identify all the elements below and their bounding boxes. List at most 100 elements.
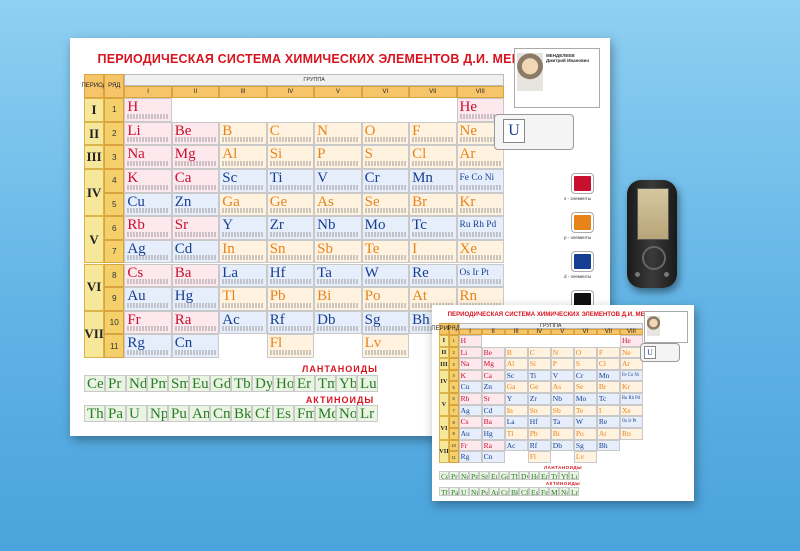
element-cell: Hg (171, 287, 220, 311)
element-cell: I (409, 239, 457, 264)
element-cell: No (336, 405, 357, 422)
element-cell: Fr (458, 439, 482, 452)
element-cell: Er (294, 375, 315, 392)
element-symbol: Hf (529, 417, 538, 427)
element-cell: Fe Co Ni (619, 369, 643, 382)
element-name-lines (412, 184, 454, 190)
element-cell: Tl (219, 287, 267, 311)
element-symbol: Lr (360, 406, 375, 422)
element-symbol: Er (541, 472, 549, 480)
element-symbol: K (460, 370, 466, 380)
element-cell: Te (573, 404, 597, 417)
row-label: 9 (104, 287, 125, 311)
element-symbol: Mg (483, 359, 495, 369)
element-symbol: Re (598, 417, 608, 427)
element-cell: Te (361, 239, 410, 264)
portrait-image (647, 316, 660, 336)
element-name-lines (364, 160, 407, 166)
element-cell: Sg (361, 310, 410, 335)
element-cell: Ho (273, 375, 294, 392)
element-cell: Bk (231, 405, 252, 422)
element-symbol: Cf (521, 488, 529, 496)
element-cell: Os Ir Pt (456, 263, 504, 288)
element-cell: Ba (481, 416, 505, 429)
element-cell: B (219, 121, 267, 146)
element-cell: Mo (573, 393, 597, 405)
element-cell: Tl (504, 428, 528, 440)
element-symbol: Gd (501, 472, 508, 480)
element-symbol: Cr (575, 370, 584, 380)
element-cell: Eu (489, 471, 499, 480)
element-key-tile: U (494, 114, 574, 150)
element-symbol: Y (506, 394, 513, 404)
element-symbol: Lu (571, 472, 579, 480)
element-cell: F (409, 121, 457, 146)
element-name-lines (317, 184, 359, 190)
element-symbol: Cm (501, 488, 508, 496)
element-symbol: Ce (441, 472, 449, 480)
element-cell: Cu (124, 192, 172, 217)
element-name-lines (222, 137, 264, 143)
element-cell: Sc (219, 169, 267, 193)
element-cell: Zn (481, 381, 505, 394)
element-cell: Ru Rh Pd (619, 393, 643, 405)
element-name-lines (364, 184, 407, 190)
element-cell: Ac (504, 439, 528, 452)
element-cell: Na (124, 145, 172, 169)
element-name-lines (364, 279, 407, 285)
row-label: 2 (448, 346, 459, 359)
element-symbol: Lr (571, 488, 579, 496)
element-symbol: Pm (471, 472, 478, 480)
element-cell: O (361, 121, 410, 146)
row-label: 3 (448, 358, 459, 370)
actinides-row: ThPa U NpPu AmCmBkCf Es FmMdNoLr (84, 405, 378, 422)
element-cell: Sb (550, 404, 574, 417)
element-symbol: Np (150, 406, 168, 422)
element-symbol: S (575, 359, 581, 369)
element-symbol: Pr (451, 472, 458, 480)
element-cell: Pr (449, 471, 459, 480)
element-name-lines (174, 160, 217, 166)
element-symbol: Th (87, 406, 104, 422)
element-symbol: Pb (529, 429, 538, 439)
element-cell: Zr (527, 393, 551, 405)
lanthanides-row: CePrNdPmSmEuGdTbDyHoErTmYbLu (439, 471, 579, 480)
element-name-lines (127, 302, 169, 308)
element-name-lines (364, 326, 407, 332)
element-symbol: Tb (511, 472, 519, 480)
element-cell: Br (596, 381, 620, 394)
device-dpad (642, 246, 666, 270)
element-name-lines (459, 184, 501, 190)
row-label: 2 (104, 121, 125, 146)
element-cell: Xe (619, 404, 643, 417)
element-symbol: As (552, 382, 562, 392)
element-cell: Sm (168, 375, 189, 392)
element-name-lines (127, 160, 169, 166)
element-cell: Rn (619, 428, 643, 440)
element-cell: S (361, 145, 410, 169)
group-label: I (124, 86, 172, 99)
element-symbol: Lu (360, 376, 377, 392)
element-cell: Fm (539, 487, 549, 496)
row-label: 11 (104, 334, 125, 358)
element-name-lines (459, 160, 501, 166)
element-name-lines (269, 231, 312, 237)
group-label: IV (266, 86, 315, 99)
element-symbol: Ta (552, 417, 561, 427)
portrait-name-line2: Дмитрий Иванович (546, 58, 590, 63)
element-name-lines (127, 326, 169, 332)
element-cell: Lr (569, 487, 579, 496)
element-name-lines (317, 160, 359, 166)
element-cell: Cf (252, 405, 273, 422)
element-symbol: Er (297, 376, 312, 392)
period-label: III (84, 145, 105, 169)
element-symbol: Br (598, 382, 607, 392)
element-name-lines (174, 231, 217, 237)
element-cell: P (314, 145, 362, 169)
period-label: VII (84, 310, 105, 358)
element-cell: Fm (294, 405, 315, 422)
element-symbol: F (598, 347, 604, 357)
element-cell: H (458, 334, 482, 347)
element-name-lines (174, 349, 217, 355)
element-cell: Cd (481, 404, 505, 417)
